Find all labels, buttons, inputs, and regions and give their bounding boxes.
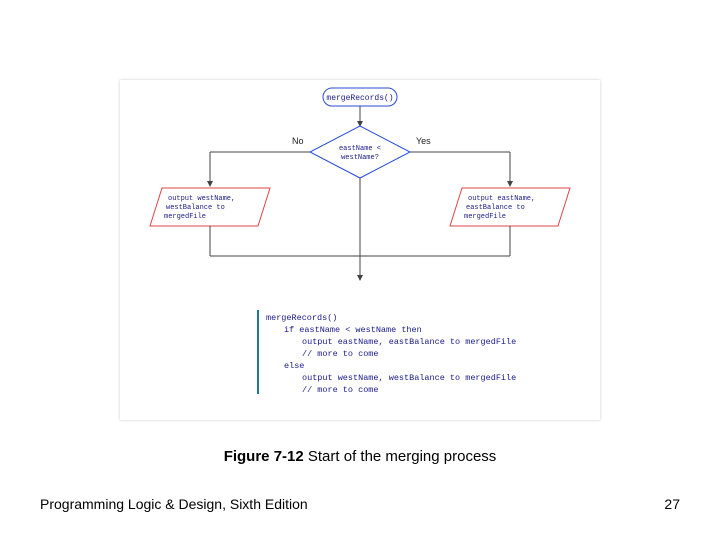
flowchart-svg: mergeRecords() eastName < westName? No Y… xyxy=(120,80,600,420)
output-east: output eastName, eastBalance to mergedFi… xyxy=(450,188,570,226)
output-west-l3: mergedFile xyxy=(164,213,206,221)
diagram-panel: mergeRecords() eastName < westName? No Y… xyxy=(120,80,600,420)
decision-line2: westName? xyxy=(341,154,379,162)
footer-text: Programming Logic & Design, Sixth Editio… xyxy=(40,496,308,512)
pseudo-l7: // more to come xyxy=(302,385,379,395)
output-west-l1: output westName, xyxy=(168,195,235,203)
pseudo-l1: mergeRecords() xyxy=(266,313,337,323)
output-east-l2: eastBalance to xyxy=(466,204,525,212)
decision: eastName < westName? xyxy=(310,126,410,178)
figure-caption: Figure 7-12 Start of the merging process xyxy=(0,448,720,465)
pseudo-l3: output eastName, eastBalance to mergedFi… xyxy=(302,337,516,347)
pseudo-l5: else xyxy=(284,361,304,371)
pseudocode: mergeRecords() if eastName < westName th… xyxy=(266,313,516,395)
terminal-label: mergeRecords() xyxy=(326,94,393,103)
pseudo-l6: output westName, westBalance to mergedFi… xyxy=(302,373,516,383)
output-west-l2: westBalance to xyxy=(166,204,225,212)
figure-title: Start of the merging process xyxy=(304,448,497,465)
output-east-l1: output eastName, xyxy=(468,195,535,203)
output-east-l3: mergedFile xyxy=(464,213,506,221)
pseudo-l4: // more to come xyxy=(302,349,379,359)
pseudo-l2: if eastName < westName then xyxy=(284,325,422,335)
terminal-start: mergeRecords() xyxy=(323,88,397,106)
no-label: No xyxy=(292,136,304,146)
yes-label: Yes xyxy=(416,136,431,146)
figure-number: Figure 7-12 xyxy=(224,448,304,465)
page-number: 27 xyxy=(664,496,680,512)
decision-line1: eastName < xyxy=(339,145,381,153)
output-west: output westName, westBalance to mergedFi… xyxy=(150,188,270,226)
slide: mergeRecords() eastName < westName? No Y… xyxy=(0,0,720,540)
